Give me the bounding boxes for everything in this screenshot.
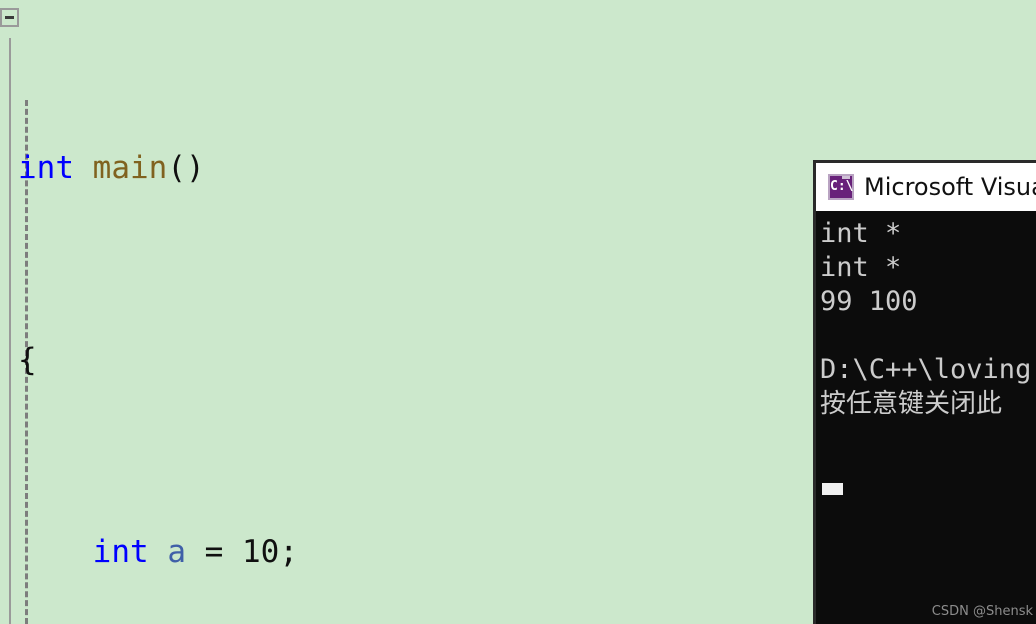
command-prompt-icon-glyph: C:\ — [830, 179, 854, 194]
token-number: 10 — [242, 534, 280, 570]
screenshot-root: int main() { int a = 10; int b = 20; aut… — [0, 0, 1036, 624]
token-variable: a — [167, 534, 186, 570]
console-line: int * — [820, 252, 902, 283]
console-line-prompt: 按任意键关闭此 — [820, 389, 1003, 419]
console-window[interactable]: C:\ Microsoft Visua int * int * 99 100 D… — [813, 160, 1036, 624]
console-line-path: D:\C++\loving- — [820, 354, 1036, 385]
token-keyword: int — [18, 150, 74, 186]
token-function: main — [92, 150, 168, 186]
command-prompt-icon: C:\ — [828, 174, 854, 200]
console-titlebar[interactable]: C:\ Microsoft Visua — [816, 163, 1036, 211]
token-keyword: int — [92, 534, 149, 570]
console-window-title: Microsoft Visua — [864, 173, 1036, 201]
console-line: 99 100 — [820, 286, 918, 317]
watermark: CSDN @Shensk — [931, 604, 1033, 619]
console-output[interactable]: int * int * 99 100 D:\C++\loving- 按任意键关闭… — [816, 211, 1036, 624]
console-cursor — [822, 483, 843, 495]
console-line: int * — [820, 218, 902, 249]
